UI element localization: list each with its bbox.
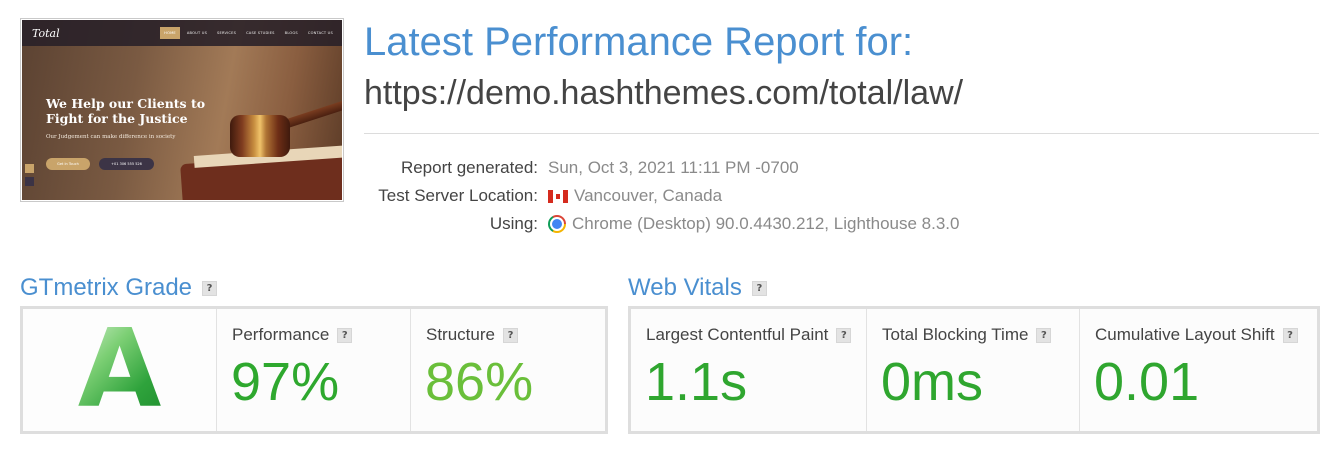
site-thumbnail: Total HOME ABOUT US SERVICES CASE STUDIE… (20, 18, 344, 202)
server-location: Vancouver, Canada (574, 186, 723, 205)
canada-flag-icon (548, 189, 568, 203)
thumbnail-side-icon (25, 177, 34, 186)
cls-value: 0.01 (1094, 352, 1200, 412)
thumbnail-image: Total HOME ABOUT US SERVICES CASE STUDIE… (22, 20, 342, 200)
structure-label: Structure (426, 325, 495, 344)
thumbnail-primary-button: Get In Touch (46, 158, 90, 170)
structure-label-row: Structure ? (426, 325, 518, 345)
performance-label-row: Performance ? (232, 325, 353, 345)
thumbnail-secondary-button: +01 306 555 526 (99, 158, 154, 170)
chrome-icon (548, 215, 566, 233)
browser-info: Chrome (Desktop) 90.0.4430.212, Lighthou… (572, 214, 960, 233)
thumbnail-headline: We Help our Clients to Fight for the Jus… (46, 96, 206, 126)
meta-value: Sun, Oct 3, 2021 11:11 PM -0700 (548, 158, 799, 178)
lcp-label-row: Largest Contentful Paint ? (646, 325, 852, 345)
thumbnail-menu: HOME ABOUT US SERVICES CASE STUDIES BLOG… (160, 27, 336, 39)
thumbnail-menu-item: CASE STUDIES (246, 31, 275, 35)
header-divider (364, 133, 1319, 134)
meta-report-generated: Report generated: Sun, Oct 3, 2021 11:11… (364, 156, 1264, 180)
thumbnail-navbar: Total HOME ABOUT US SERVICES CASE STUDIE… (22, 20, 342, 46)
cls-label: Cumulative Layout Shift (1095, 325, 1275, 344)
tbt-cell: Total Blocking Time ? 0ms (867, 309, 1080, 431)
thumbnail-menu-item: BLOGS (284, 31, 298, 35)
meta-server-location: Test Server Location: Vancouver, Canada (364, 184, 1264, 208)
thumbnail-side-icon (25, 164, 34, 173)
report-title: Latest Performance Report for: (364, 20, 914, 64)
thumbnail-subtext: Our Judgement can make difference in soc… (46, 134, 176, 140)
performance-cell: Performance ? 97% (217, 309, 411, 431)
grade-letter: A (77, 307, 162, 432)
section-title: Web Vitals (628, 274, 742, 301)
lcp-cell: Largest Contentful Paint ? 1.1s (631, 309, 867, 431)
tbt-label: Total Blocking Time (882, 325, 1029, 344)
web-vitals-panel: Largest Contentful Paint ? 1.1s Total Bl… (628, 306, 1320, 434)
meta-value: Vancouver, Canada (548, 186, 722, 206)
tbt-label-row: Total Blocking Time ? (882, 325, 1052, 345)
cls-cell: Cumulative Layout Shift ? 0.01 (1080, 309, 1317, 431)
help-icon[interactable]: ? (1036, 327, 1052, 343)
meta-label: Report generated: (400, 158, 538, 177)
structure-score: 86% (425, 352, 534, 412)
section-title: GTmetrix Grade (20, 274, 193, 301)
performance-score: 97% (231, 352, 340, 412)
help-icon[interactable]: ? (1282, 327, 1298, 343)
performance-label: Performance (232, 325, 330, 344)
thumbnail-logo: Total (32, 26, 60, 40)
thumbnail-menu-item: HOME (160, 27, 180, 39)
structure-cell: Structure ? 86% (411, 309, 605, 431)
gtmetrix-grade-panel: A Performance ? 97% Structure ? 86% (20, 306, 608, 434)
thumbnail-menu-item: SERVICES (217, 31, 237, 35)
grade-cell: A (23, 309, 217, 431)
thumbnail-menu-item: ABOUT US (186, 31, 208, 35)
help-icon[interactable]: ? (202, 280, 218, 296)
help-icon[interactable]: ? (337, 327, 353, 343)
meta-label: Using: (489, 214, 538, 233)
meta-using: Using: Chrome (Desktop) 90.0.4430.212, L… (364, 212, 1264, 236)
web-vitals-heading: Web Vitals ? (628, 274, 767, 302)
thumbnail-menu-item: CONTACT US (307, 31, 333, 35)
meta-label: Test Server Location: (378, 186, 538, 205)
help-icon[interactable]: ? (502, 327, 518, 343)
meta-value: Chrome (Desktop) 90.0.4430.212, Lighthou… (548, 214, 959, 234)
lcp-label: Largest Contentful Paint (646, 325, 829, 344)
thumbnail-gavel-head (230, 115, 290, 157)
help-icon[interactable]: ? (836, 327, 852, 343)
cls-label-row: Cumulative Layout Shift ? (1095, 325, 1298, 345)
tbt-value: 0ms (881, 352, 984, 412)
report-url: https://demo.hashthemes.com/total/law/ (364, 74, 964, 112)
help-icon[interactable]: ? (751, 280, 767, 296)
lcp-value: 1.1s (645, 352, 748, 412)
report-date: Sun, Oct 3, 2021 11:11 PM -0700 (548, 158, 799, 177)
gtmetrix-grade-heading: GTmetrix Grade ? (20, 274, 218, 302)
